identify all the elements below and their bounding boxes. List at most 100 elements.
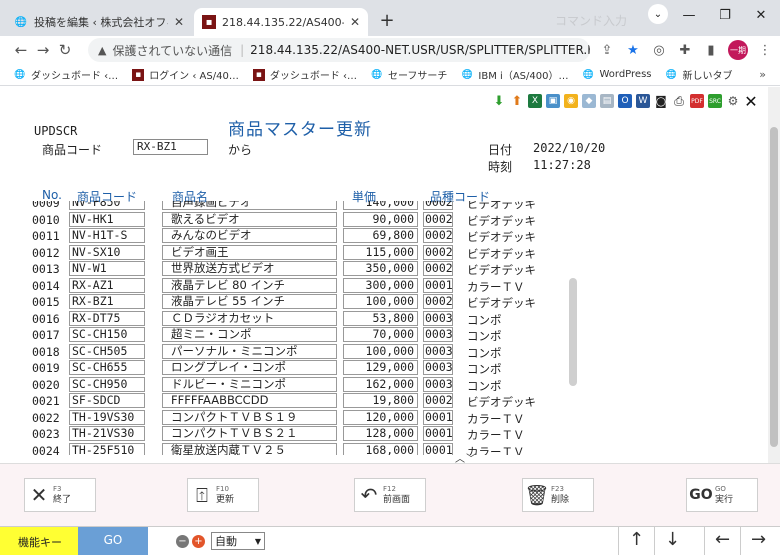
product-name-field[interactable]: 液晶テレビ 80 インチ <box>162 277 337 293</box>
arrow-up-button[interactable]: ↑ <box>618 527 654 555</box>
unit-price-field[interactable]: 300,000 <box>343 277 418 293</box>
reload-icon[interactable]: ↻ <box>54 41 76 59</box>
unit-price-field[interactable]: 162,000 <box>343 376 418 392</box>
bookmark-item[interactable]: 🌐 IBM i（AS/400）… <box>461 67 569 83</box>
bookmark-item[interactable]: 🌐 ダッシュボード ‹… <box>14 67 118 83</box>
sidepanel-icon[interactable]: ▮ <box>702 43 720 58</box>
product-code-field[interactable]: TH-19VS30 <box>69 409 145 425</box>
product-code-field[interactable]: SC-CH150 <box>69 327 145 342</box>
scroll-thumb[interactable] <box>569 278 577 386</box>
src-icon[interactable]: SRC <box>708 94 722 108</box>
product-code-field[interactable]: RX-BZ1 <box>69 294 145 309</box>
bookmarks-overflow-icon[interactable]: » <box>759 68 766 81</box>
unit-price-field[interactable]: 140,000 <box>343 201 418 210</box>
product-code-field[interactable]: SC-CH505 <box>69 343 145 359</box>
restore-button[interactable]: ❐ <box>710 4 740 26</box>
list-scrollbar[interactable] <box>567 208 579 448</box>
category-code-field[interactable]: 0003 <box>423 310 453 326</box>
eraser-icon[interactable]: ◆ <box>582 94 596 108</box>
menu-icon[interactable]: ⋮ <box>756 43 774 58</box>
unit-price-field[interactable]: 100,000 <box>343 294 418 309</box>
print-icon[interactable]: ⎙ <box>672 94 686 108</box>
product-code-field[interactable]: SC-CH655 <box>69 360 145 375</box>
back-icon[interactable]: ← <box>10 41 32 59</box>
tab-search-icon[interactable]: ⌄ <box>648 4 668 24</box>
copy-icon[interactable]: ▤ <box>600 94 614 108</box>
product-name-field[interactable]: ドルビー・ミニコンポ <box>162 376 337 392</box>
category-code-field[interactable]: 0001 <box>423 409 453 425</box>
unit-price-field[interactable]: 90,000 <box>343 211 418 227</box>
star-icon[interactable]: ★ <box>624 43 642 58</box>
product-code-field[interactable]: RX-DT75 <box>69 310 145 326</box>
product-name-field[interactable]: 世界放送方式ビデオ <box>162 261 337 276</box>
bookmark-item[interactable]: 🌐 WordPress <box>582 69 652 81</box>
word-icon[interactable]: W <box>636 94 650 108</box>
close-icon[interactable]: ✕ <box>350 15 360 29</box>
unit-price-field[interactable]: 168,000 <box>343 442 418 455</box>
upload-icon[interactable]: ⬆ <box>510 94 524 109</box>
product-name-field[interactable]: ロングプレイ・コンポ <box>162 360 337 375</box>
download-icon[interactable]: ⬇ <box>492 94 506 109</box>
category-code-field[interactable]: 0002 <box>423 211 453 227</box>
unit-price-field[interactable]: 115,000 <box>343 244 418 260</box>
category-code-field[interactable]: 0002 <box>423 261 453 276</box>
bookmark-item[interactable]: ▪ ログイン ‹ AS/40… <box>132 67 239 82</box>
product-code-field[interactable]: NV-SX10 <box>69 244 145 260</box>
page-scrollbar[interactable] <box>768 87 780 463</box>
forward-icon[interactable]: → <box>32 41 54 59</box>
image-icon[interactable]: ▣ <box>546 94 560 108</box>
product-name-field[interactable]: ビデオ画王 <box>162 244 337 260</box>
product-name-field[interactable]: パーソナル・ミニコンポ <box>162 343 337 359</box>
category-code-field[interactable]: 0001 <box>423 442 453 455</box>
minimize-button[interactable]: — <box>674 4 704 26</box>
close-icon[interactable]: ✕ <box>174 15 184 29</box>
f23-delete-button[interactable]: 🗑 F23 削除 <box>522 478 594 512</box>
function-key-toggle[interactable]: 機能キー <box>0 527 78 555</box>
tab-as400[interactable]: ▪ 218.44.135.22/AS400-NET.U ✕ <box>194 8 368 36</box>
product-name-field[interactable]: 衛星放送内蔵ＴＶ２５ <box>162 442 337 455</box>
puzzle-icon[interactable]: ✚ <box>676 43 694 58</box>
tab-edit-post[interactable]: 🌐 投稿を編集 ‹ 株式会社オフィス・ ✕ <box>6 8 192 36</box>
outlook-icon[interactable]: O <box>618 94 632 108</box>
arrow-down-button[interactable]: ↓ <box>654 527 690 555</box>
scroll-thumb[interactable] <box>770 127 778 447</box>
extension-icon-1[interactable]: ◎ <box>650 43 668 58</box>
product-name-field[interactable]: FFFFFAABBCCDD <box>162 393 337 408</box>
pdf-icon[interactable]: PDF <box>690 94 704 108</box>
product-name-field[interactable]: ＣＤラジオカセット <box>162 310 337 326</box>
product-code-field[interactable]: SC-CH950 <box>69 376 145 392</box>
category-code-field[interactable]: 0001 <box>423 426 453 441</box>
f3-exit-button[interactable]: ✕ F3 終了 <box>24 478 96 512</box>
bookmark-item[interactable]: 🌐 新しいタブ <box>666 67 733 83</box>
unit-price-field[interactable]: 19,800 <box>343 393 418 408</box>
product-name-field[interactable]: 液晶テレビ 55 インチ <box>162 294 337 309</box>
category-code-field[interactable]: 0002 <box>423 244 453 260</box>
unit-price-field[interactable]: 70,000 <box>343 327 418 342</box>
bookmark-item[interactable]: ▪ ダッシュボード ‹… <box>252 67 357 82</box>
close-window-button[interactable]: ✕ <box>746 4 776 26</box>
product-code-field[interactable]: TH-25F510 <box>69 442 145 455</box>
unit-price-field[interactable]: 120,000 <box>343 409 418 425</box>
unit-price-field[interactable]: 100,000 <box>343 343 418 359</box>
product-name-field[interactable]: コンパクトＴＶＢＳ１９ <box>162 409 337 425</box>
category-code-field[interactable]: 0003 <box>423 327 453 342</box>
product-name-field[interactable]: 自声録画ビデオ <box>162 201 337 210</box>
f12-back-button[interactable]: ↶ F12 前画面 <box>354 478 426 512</box>
go-button[interactable]: GO <box>78 527 148 555</box>
product-code-field[interactable]: NV-H1T-S <box>69 228 145 243</box>
category-code-field[interactable]: 0003 <box>423 360 453 375</box>
category-code-field[interactable]: 0003 <box>423 343 453 359</box>
category-code-field[interactable]: 0002 <box>423 393 453 408</box>
product-code-field[interactable]: NV-F850 <box>69 201 145 210</box>
f10-update-button[interactable]: ⍐ F10 更新 <box>187 478 259 512</box>
bookmark-item[interactable]: 🌐 セーフサーチ <box>371 67 447 83</box>
profile-avatar[interactable]: 一期 <box>728 40 748 60</box>
share-icon[interactable]: ⇪ <box>598 43 616 58</box>
product-code-field[interactable]: NV-W1 <box>69 261 145 276</box>
mode-select[interactable]: 自動 ▼ <box>211 532 265 550</box>
address-bar[interactable]: ▲ 保護されていない通信 | 218.44.135.22/AS400-NET.U… <box>88 38 590 62</box>
zoom-in-icon[interactable]: + <box>192 534 205 548</box>
go-execute-button[interactable]: GO GO 実行 <box>686 478 758 512</box>
unit-price-field[interactable]: 129,000 <box>343 360 418 375</box>
unit-price-field[interactable]: 128,000 <box>343 426 418 441</box>
